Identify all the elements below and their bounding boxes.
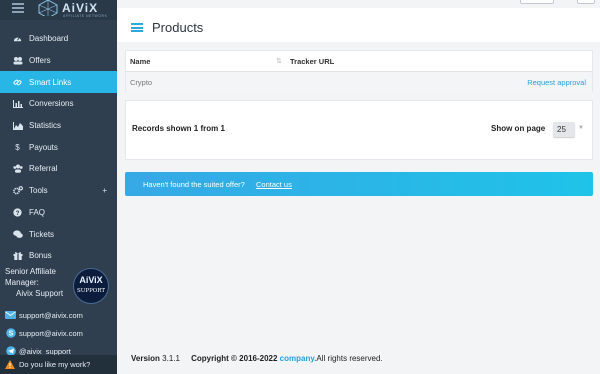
question-icon: ? <box>12 207 23 218</box>
sidebar-item-label: Conversions <box>29 99 74 109</box>
offers-icon <box>12 55 23 66</box>
sidebar-item-label: Statistics <box>29 121 62 131</box>
logo-icon <box>38 0 58 16</box>
contact-email[interactable]: support@aivix.com <box>5 310 83 320</box>
sidebar-item-referral[interactable]: Referral <box>0 158 117 180</box>
page-title: Products <box>152 20 204 35</box>
feedback-prompt[interactable]: Do you like my work? <box>0 355 117 374</box>
avatar-support: SUPPORT <box>76 288 106 294</box>
show-on-page-label: Show on page <box>491 124 546 133</box>
table-header: Name ⇅ Tracker URL <box>126 51 592 72</box>
sidebar-item-faq[interactable]: ? FAQ <box>0 202 117 224</box>
expand-icon[interactable]: + <box>102 186 107 195</box>
contact-skype[interactable]: S support@aivix.com <box>5 328 83 338</box>
sidebar-item-tickets[interactable]: Tickets <box>0 223 117 245</box>
brand-bar: AiViX AFFILIATE NETWORK <box>0 0 117 20</box>
request-approval-link[interactable]: Request approval <box>527 78 586 87</box>
sidebar-item-smart-links[interactable]: Smart Links <box>0 71 117 94</box>
logo-tagline: AFFILIATE NETWORK <box>63 14 108 18</box>
sidebar-item-offers[interactable]: Offers <box>0 50 117 72</box>
logo-text: AiViX <box>62 1 99 15</box>
sidebar-nav: Dashboard Offers Smart Links Conversions <box>0 28 117 267</box>
svg-text:?: ? <box>16 210 20 217</box>
chevron-down-icon[interactable]: ▼ <box>578 125 584 131</box>
sidebar-item-label: FAQ <box>29 207 46 217</box>
gift-icon <box>12 250 23 261</box>
bar-chart-icon <box>12 98 23 109</box>
version-label: Version <box>131 354 160 363</box>
cogs-icon <box>12 185 23 196</box>
sidebar-item-label: Smart Links <box>29 77 72 87</box>
sidebar-item-tools[interactable]: Tools + <box>0 180 117 202</box>
main-content: Products Name ⇅ Tracker URL Crypto Reque… <box>117 0 600 374</box>
svg-text:S: S <box>8 331 13 338</box>
users-icon <box>12 163 23 174</box>
sidebar-item-dashboard[interactable]: Dashboard <box>0 28 117 50</box>
sidebar-item-label: Payouts <box>29 142 58 152</box>
skype-icon: S <box>5 328 16 338</box>
page-header: Products <box>117 8 600 42</box>
manager-title: Senior Affiliate Manager: <box>5 267 56 287</box>
warning-icon <box>5 359 16 370</box>
records-panel: Records shown 1 from 1 Show on page 25 ▼ <box>125 100 593 160</box>
rights-text: All rights reserved. <box>316 354 383 363</box>
page-size-select[interactable]: 25 <box>553 122 575 137</box>
contact-skype-text: support@aivix.com <box>19 328 83 338</box>
copyright-text: Copyright © 2016-2022 <box>191 354 278 363</box>
link-icon <box>12 77 23 88</box>
sidebar-item-label: Tools <box>29 186 48 196</box>
dashboard-icon <box>12 33 23 44</box>
sidebar-item-label: Offers <box>29 56 51 66</box>
avatar-brand: AiViX <box>79 275 103 285</box>
envelope-icon <box>5 310 16 320</box>
sidebar-item-label: Bonus <box>29 251 52 261</box>
area-chart-icon <box>12 120 23 131</box>
footer: Version 3.1.1 Copyright © 2016-2022 comp… <box>131 354 383 363</box>
sidebar: AiViX AFFILIATE NETWORK Dashboard Offers <box>0 0 117 374</box>
feedback-text: Do you like my work? <box>19 360 91 369</box>
top-menu-button[interactable] <box>577 0 595 4</box>
products-table: Name ⇅ Tracker URL Crypto Request approv… <box>125 50 593 93</box>
sort-icon[interactable]: ⇅ <box>276 57 282 65</box>
records-count: Records shown 1 from 1 <box>132 124 225 133</box>
avatar: AiViX SUPPORT <box>73 268 109 304</box>
menu-toggle-icon[interactable] <box>12 3 24 13</box>
banner-text: Haven't found the suited offer? <box>143 180 245 189</box>
contact-email-text: support@aivix.com <box>19 310 83 320</box>
sidebar-item-statistics[interactable]: Statistics <box>0 115 117 137</box>
column-tracker-url[interactable]: Tracker URL <box>290 57 334 66</box>
contact-us-link[interactable]: Contact us <box>256 180 292 189</box>
list-icon <box>131 23 143 32</box>
comments-icon <box>12 229 23 240</box>
sidebar-item-conversions[interactable]: Conversions <box>0 93 117 115</box>
dollar-icon: $ <box>15 142 20 152</box>
company-link[interactable]: company. <box>280 354 317 363</box>
cell-name: Crypto <box>130 78 153 87</box>
app: AiViX AFFILIATE NETWORK Dashboard Offers <box>0 0 600 374</box>
table-row: Crypto Request approval <box>126 72 592 93</box>
sidebar-item-label: Dashboard <box>29 34 69 44</box>
column-name[interactable]: Name <box>130 57 150 66</box>
sidebar-item-label: Tickets <box>29 229 55 239</box>
top-action-button[interactable] <box>520 0 554 4</box>
sidebar-item-label: Referral <box>29 164 58 174</box>
sidebar-item-payouts[interactable]: $ Payouts <box>0 136 117 158</box>
version-number: 3.1.1 <box>162 354 180 363</box>
contact-banner: Haven't found the suited offer? Contact … <box>125 172 593 196</box>
manager-name: Aivix Support <box>16 289 64 298</box>
